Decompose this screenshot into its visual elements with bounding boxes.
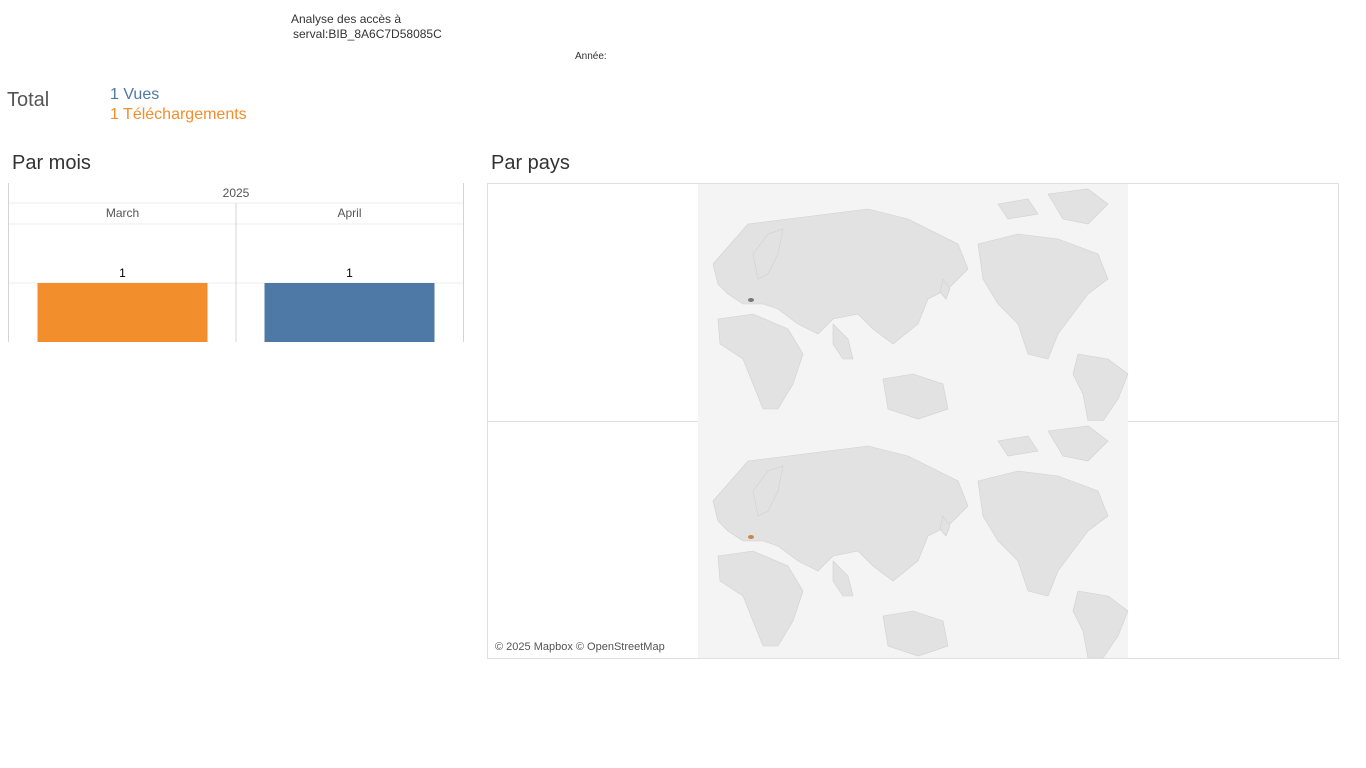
map-downloads[interactable] — [488, 421, 1338, 658]
section-title-by-month: Par mois — [12, 152, 91, 174]
world-map-views — [698, 184, 1129, 421]
page-title-line1: Analyse des accès à — [291, 12, 402, 26]
month-header-april: April — [337, 206, 361, 220]
bar-april[interactable] — [264, 283, 435, 342]
page-title-line2: serval:BIB_8A6C7D58085C — [293, 27, 442, 41]
year-header: 2025 — [223, 186, 250, 200]
total-views: 1 Vues — [110, 86, 160, 103]
monthly-bar-chart: 2025 March 1 April 1 — [8, 183, 464, 342]
map-marker-downloads-switzerland[interactable] — [748, 535, 754, 539]
world-map-downloads — [698, 421, 1129, 658]
total-downloads: 1 Téléchargements — [110, 106, 247, 123]
monthly-bar-chart-svg: 2025 March 1 April 1 — [9, 186, 463, 342]
map-marker-views-switzerland[interactable] — [748, 298, 754, 302]
bar-value-label-march: 1 — [119, 266, 126, 280]
month-header-march: March — [106, 206, 139, 220]
year-filter-label: Année: — [575, 51, 607, 62]
bar-value-label-april: 1 — [346, 266, 353, 280]
bar-march[interactable] — [37, 283, 208, 342]
country-map-panel[interactable]: © 2025 Mapbox © OpenStreetMap — [487, 183, 1339, 659]
map-attribution: © 2025 Mapbox © OpenStreetMap — [495, 641, 665, 653]
section-title-by-country: Par pays — [491, 152, 570, 174]
map-views[interactable] — [488, 184, 1338, 421]
total-label: Total — [7, 89, 50, 111]
